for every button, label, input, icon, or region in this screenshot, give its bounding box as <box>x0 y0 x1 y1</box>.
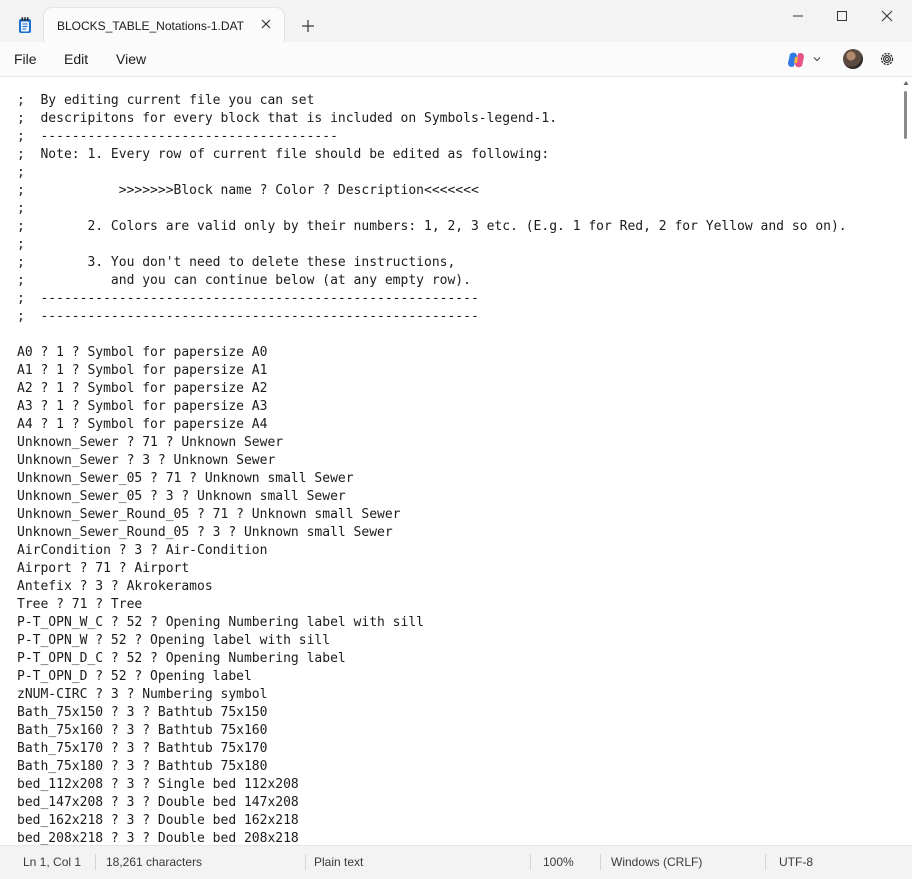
editor-text[interactable]: ; By editing current file you can set; d… <box>17 92 847 845</box>
text-line[interactable]: ; By editing current file you can set <box>17 92 847 110</box>
avatar[interactable] <box>843 49 863 69</box>
text-line[interactable]: ; 3. You don't need to delete these inst… <box>17 254 847 272</box>
text-line[interactable]: ; <box>17 164 847 182</box>
text-line[interactable]: ; <box>17 236 847 254</box>
tab-active-file[interactable]: BLOCKS_TABLE_Notations-1.DAT <box>44 8 284 42</box>
cursor-position: Ln 1, Col 1 <box>23 855 82 869</box>
chevron-down-icon[interactable] <box>812 54 822 64</box>
text-line[interactable]: Unknown_Sewer_05 ? 3 ? Unknown small Sew… <box>17 488 847 506</box>
text-line[interactable]: Bath_75x170 ? 3 ? Bathtub 75x170 <box>17 740 847 758</box>
text-line[interactable]: ; 2. Colors are valid only by their numb… <box>17 218 847 236</box>
status-divider <box>95 854 96 870</box>
text-line[interactable]: Unknown_Sewer ? 71 ? Unknown Sewer <box>17 434 847 452</box>
menu-edit[interactable]: Edit <box>64 51 88 67</box>
maximize-icon[interactable] <box>834 8 850 24</box>
new-tab-icon[interactable] <box>300 18 316 34</box>
tab-title: BLOCKS_TABLE_Notations-1.DAT <box>57 19 244 33</box>
text-line[interactable]: ; Note: 1. Every row of current file sho… <box>17 146 847 164</box>
text-line[interactable]: Bath_75x160 ? 3 ? Bathtub 75x160 <box>17 722 847 740</box>
text-line[interactable]: Tree ? 71 ? Tree <box>17 596 847 614</box>
status-divider <box>765 854 766 870</box>
text-line[interactable]: ; descripitons for every block that is i… <box>17 110 847 128</box>
text-line[interactable]: ; >>>>>>>Block name ? Color ? Descriptio… <box>17 182 847 200</box>
text-line[interactable]: ; <box>17 200 847 218</box>
close-window-icon[interactable] <box>879 8 895 24</box>
text-line[interactable]: Unknown_Sewer_Round_05 ? 3 ? Unknown sma… <box>17 524 847 542</box>
text-line[interactable]: A4 ? 1 ? Symbol for papersize A4 <box>17 416 847 434</box>
title-bar: BLOCKS_TABLE_Notations-1.DAT <box>0 0 912 42</box>
text-line[interactable]: bed_147x208 ? 3 ? Double bed 147x208 <box>17 794 847 812</box>
zoom-level[interactable]: 100% <box>543 855 574 869</box>
text-line[interactable]: bed_112x208 ? 3 ? Single bed 112x208 <box>17 776 847 794</box>
text-line[interactable]: ; --------------------------------------… <box>17 308 847 326</box>
text-line[interactable]: A2 ? 1 ? Symbol for papersize A2 <box>17 380 847 398</box>
status-divider <box>600 854 601 870</box>
minimize-icon[interactable] <box>790 8 806 24</box>
status-divider <box>530 854 531 870</box>
close-tab-icon[interactable] <box>258 16 274 32</box>
text-line[interactable]: ; -------------------------------------- <box>17 128 847 146</box>
menu-file[interactable]: File <box>14 51 37 67</box>
text-line[interactable]: Bath_75x180 ? 3 ? Bathtub 75x180 <box>17 758 847 776</box>
notepad-icon <box>19 17 31 33</box>
status-bar: Ln 1, Col 1 18,261 characters Plain text… <box>0 845 912 879</box>
text-editor[interactable]: ; By editing current file you can set; d… <box>0 77 912 845</box>
text-line[interactable]: P-T_OPN_W ? 52 ? Opening label with sill <box>17 632 847 650</box>
menu-bar: File Edit View <box>0 42 912 77</box>
copilot-icon[interactable] <box>786 51 806 69</box>
text-line[interactable]: P-T_OPN_W_C ? 52 ? Opening Numbering lab… <box>17 614 847 632</box>
text-line[interactable]: Unknown_Sewer_05 ? 71 ? Unknown small Se… <box>17 470 847 488</box>
vertical-scrollbar[interactable] <box>902 77 912 845</box>
line-ending[interactable]: Windows (CRLF) <box>611 855 702 869</box>
text-line[interactable]: P-T_OPN_D ? 52 ? Opening label <box>17 668 847 686</box>
gear-icon[interactable] <box>878 50 896 68</box>
text-line[interactable]: A1 ? 1 ? Symbol for papersize A1 <box>17 362 847 380</box>
scrollbar-thumb[interactable] <box>904 91 907 139</box>
text-line[interactable]: Unknown_Sewer ? 3 ? Unknown Sewer <box>17 452 847 470</box>
text-line[interactable]: P-T_OPN_D_C ? 52 ? Opening Numbering lab… <box>17 650 847 668</box>
text-line[interactable]: Bath_75x150 ? 3 ? Bathtub 75x150 <box>17 704 847 722</box>
text-line[interactable] <box>17 326 847 344</box>
menu-view[interactable]: View <box>116 51 146 67</box>
text-line[interactable]: A0 ? 1 ? Symbol for papersize A0 <box>17 344 847 362</box>
text-line[interactable]: A3 ? 1 ? Symbol for papersize A3 <box>17 398 847 416</box>
text-line[interactable]: Unknown_Sewer_Round_05 ? 71 ? Unknown sm… <box>17 506 847 524</box>
text-line[interactable]: AirCondition ? 3 ? Air-Condition <box>17 542 847 560</box>
scroll-up-arrow-icon[interactable] <box>903 80 909 86</box>
text-line[interactable]: ; --------------------------------------… <box>17 290 847 308</box>
text-line[interactable]: Antefix ? 3 ? Akrokeramos <box>17 578 847 596</box>
status-divider <box>305 854 306 870</box>
encoding[interactable]: UTF-8 <box>779 855 813 869</box>
character-count: 18,261 characters <box>106 855 203 869</box>
text-format: Plain text <box>314 855 364 869</box>
text-line[interactable]: bed_208x218 ? 3 ? Double bed 208x218 <box>17 830 847 845</box>
text-line[interactable]: Airport ? 71 ? Airport <box>17 560 847 578</box>
text-line[interactable]: ; and you can continue below (at any emp… <box>17 272 847 290</box>
text-line[interactable]: zNUM-CIRC ? 3 ? Numbering symbol <box>17 686 847 704</box>
text-line[interactable]: bed_162x218 ? 3 ? Double bed 162x218 <box>17 812 847 830</box>
